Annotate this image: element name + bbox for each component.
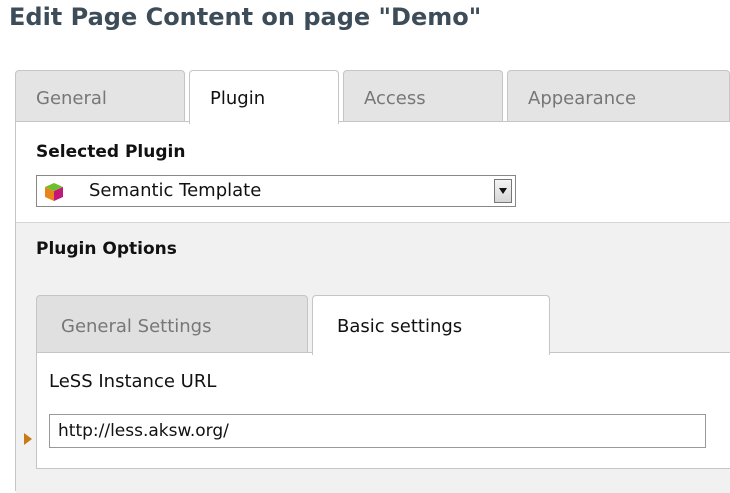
plugin-options-section: Plugin Options General Settings Basic se…	[16, 222, 730, 493]
chevron-down-icon	[499, 188, 507, 194]
colored-cube-icon	[45, 183, 63, 201]
tab-general-settings[interactable]: General Settings	[36, 295, 308, 353]
instance-url-input[interactable]	[49, 414, 706, 448]
tab-general[interactable]: General	[15, 70, 185, 122]
active-marker-icon	[24, 433, 32, 445]
main-tabs: General Plugin Access Appearance	[15, 70, 730, 124]
plugin-panel: Selected Plugin Semantic Template Plugin…	[15, 121, 730, 493]
tab-appearance[interactable]: Appearance	[507, 70, 730, 122]
basic-settings-panel: LeSS Instance URL	[36, 352, 730, 469]
plugin-options-label: Plugin Options	[36, 239, 177, 259]
page-title: Edit Page Content on page "Demo"	[9, 3, 482, 31]
options-tabs: General Settings Basic settings	[36, 295, 730, 355]
plugin-select[interactable]: Semantic Template	[36, 175, 516, 207]
tab-access[interactable]: Access	[343, 70, 503, 122]
dropdown-button[interactable]	[494, 179, 512, 203]
tab-plugin[interactable]: Plugin	[189, 70, 339, 124]
selected-plugin-label: Selected Plugin	[36, 142, 186, 162]
instance-url-label: LeSS Instance URL	[49, 371, 217, 392]
tab-basic-settings[interactable]: Basic settings	[312, 295, 550, 355]
plugin-select-value: Semantic Template	[89, 180, 262, 201]
